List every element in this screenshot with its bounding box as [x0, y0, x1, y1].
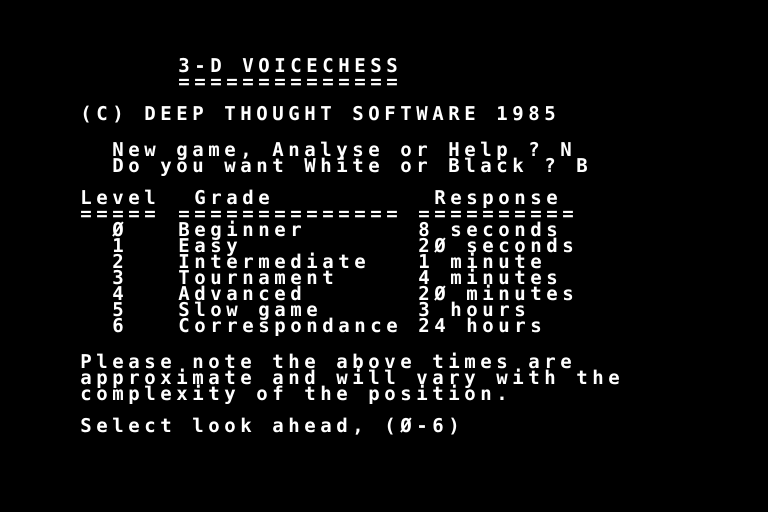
table-row-grade: Correspondance — [178, 315, 398, 337]
page-title-underline: = = = = = = = = = = = = = = — [178, 71, 398, 93]
table-row-level: 6 — [112, 315, 124, 337]
copyright-line: (C) DEEP THOUGHT SOFTWARE 1985 — [80, 103, 556, 125]
table-row-response: 24 hours — [418, 315, 542, 337]
side-choice-prompt[interactable]: Do you want White or Black ? B — [110, 157, 590, 176]
chess-program-screen: 3-D VOICECHESS = = = = = = = = = = = = = = (C) DEEP T… — [0, 0, 768, 512]
note-line-3: complexity of the position. — [80, 383, 508, 405]
select-look-ahead-prompt[interactable]: Select look ahead, (Ø -6) — [78, 417, 462, 436]
